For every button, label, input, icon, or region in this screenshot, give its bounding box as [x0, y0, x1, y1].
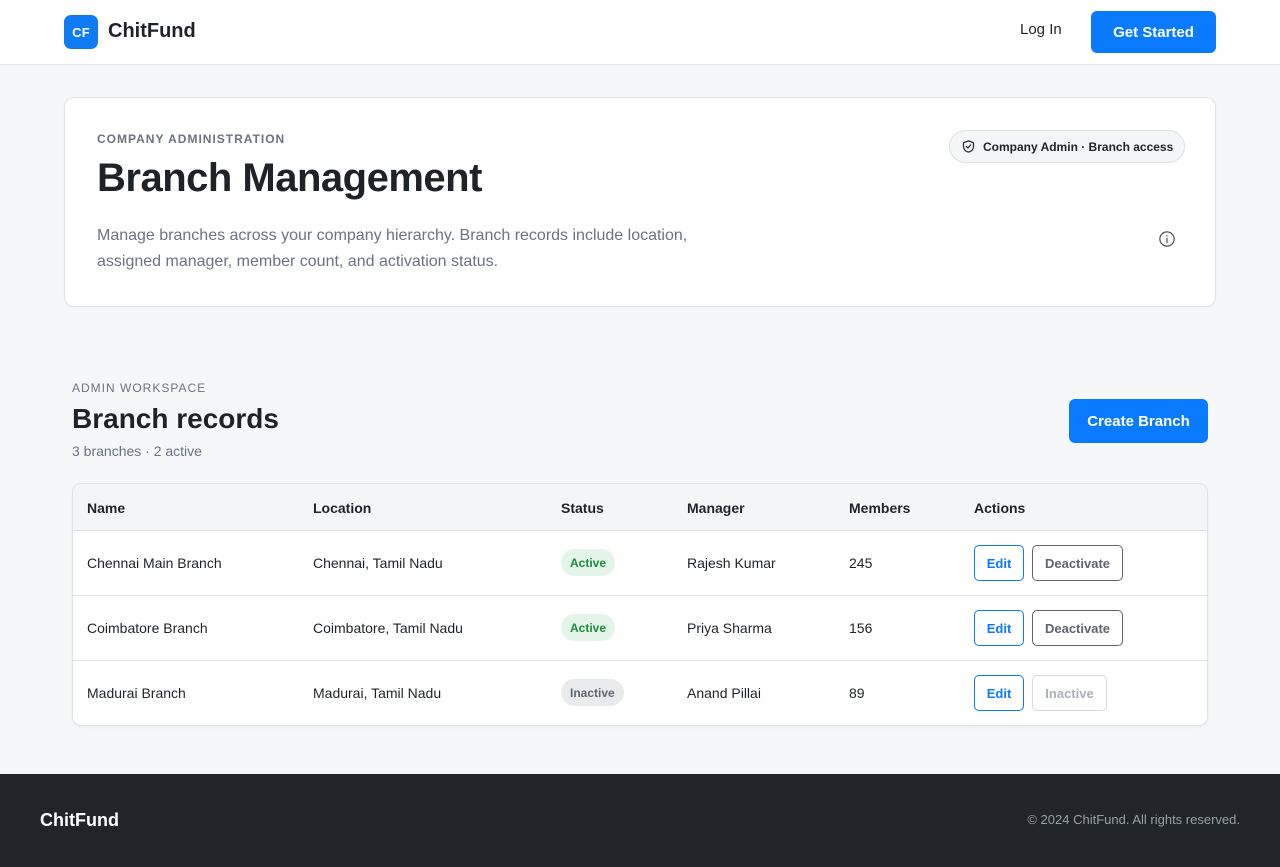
column-header-location: Location [313, 500, 372, 516]
create-branch-button[interactable]: Create Branch [1069, 399, 1208, 443]
page-hero-card: COMPANY ADMINISTRATION Branch Management… [64, 97, 1216, 307]
column-header-name: Name [87, 500, 126, 516]
column-header-status: Status [561, 500, 604, 516]
deactivate-button[interactable]: Deactivate [1032, 545, 1123, 581]
get-started-button[interactable]: Get Started [1091, 11, 1216, 53]
branch-location: Chennai, Tamil Nadu [313, 555, 443, 571]
branch-name: Chennai Main Branch [87, 555, 222, 571]
column-header-manager: Manager [687, 500, 745, 516]
deactivate-button[interactable]: Deactivate [1032, 610, 1123, 646]
footer-copyright: © 2024 ChitFund. All rights reserved. [1027, 812, 1240, 827]
logo-mark[interactable]: CF [64, 15, 98, 49]
table-row: Coimbatore Branch Coimbatore, Tamil Nadu… [73, 596, 1207, 661]
table-row: Chennai Main Branch Chennai, Tamil Nadu … [73, 531, 1207, 596]
table-row: Madurai Branch Madurai, Tamil Nadu Inact… [73, 661, 1207, 725]
edit-button[interactable]: Edit [974, 545, 1024, 581]
section-title: Branch records [72, 403, 279, 434]
page-title: Branch Management [97, 156, 482, 200]
edit-button[interactable]: Edit [974, 610, 1024, 646]
brand-name[interactable]: ChitFund [108, 20, 196, 43]
branch-table: Name Location Status Manager Members Act… [72, 483, 1208, 726]
table-header: Name Location Status Manager Members Act… [73, 484, 1207, 531]
footer-brand: ChitFund [40, 810, 119, 830]
hero-eyebrow: COMPANY ADMINISTRATION [97, 132, 286, 146]
branch-members: 89 [849, 685, 865, 701]
page-description: Manage branches across your company hier… [97, 227, 688, 270]
top-navbar: CF ChitFund Log In Get Started [0, 0, 1280, 65]
workspace-eyebrow: ADMIN WORKSPACE [72, 381, 207, 395]
login-link[interactable]: Log In [1020, 21, 1062, 38]
role-badge: Company Admin · Branch access [949, 130, 1186, 163]
role-badge-label: Company Admin · Branch access [983, 139, 1174, 154]
column-header-members: Members [849, 500, 911, 516]
status-badge: Inactive [561, 679, 624, 706]
branch-location: Madurai, Tamil Nadu [313, 685, 442, 701]
shield-check-icon [962, 140, 975, 153]
branch-name: Coimbatore Branch [87, 620, 208, 636]
page-footer: ChitFund © 2024 ChitFund. All rights res… [0, 774, 1280, 867]
branch-location: Coimbatore, Tamil Nadu [313, 620, 463, 636]
branch-count-summary: 3 branches · 2 active [72, 443, 202, 459]
status-badge: Active [561, 614, 616, 641]
status-badge: Active [561, 549, 616, 576]
branch-manager: Rajesh Kumar [687, 555, 776, 571]
branch-members: 156 [849, 620, 873, 636]
info-icon[interactable] [1158, 230, 1176, 248]
branch-members: 245 [849, 555, 873, 571]
edit-button[interactable]: Edit [974, 675, 1024, 711]
branch-manager: Priya Sharma [687, 620, 772, 636]
column-header-actions: Actions [974, 500, 1026, 516]
inactive-button-disabled: Inactive [1032, 675, 1107, 711]
branch-manager: Anand Pillai [687, 685, 761, 701]
branch-name: Madurai Branch [87, 685, 186, 701]
